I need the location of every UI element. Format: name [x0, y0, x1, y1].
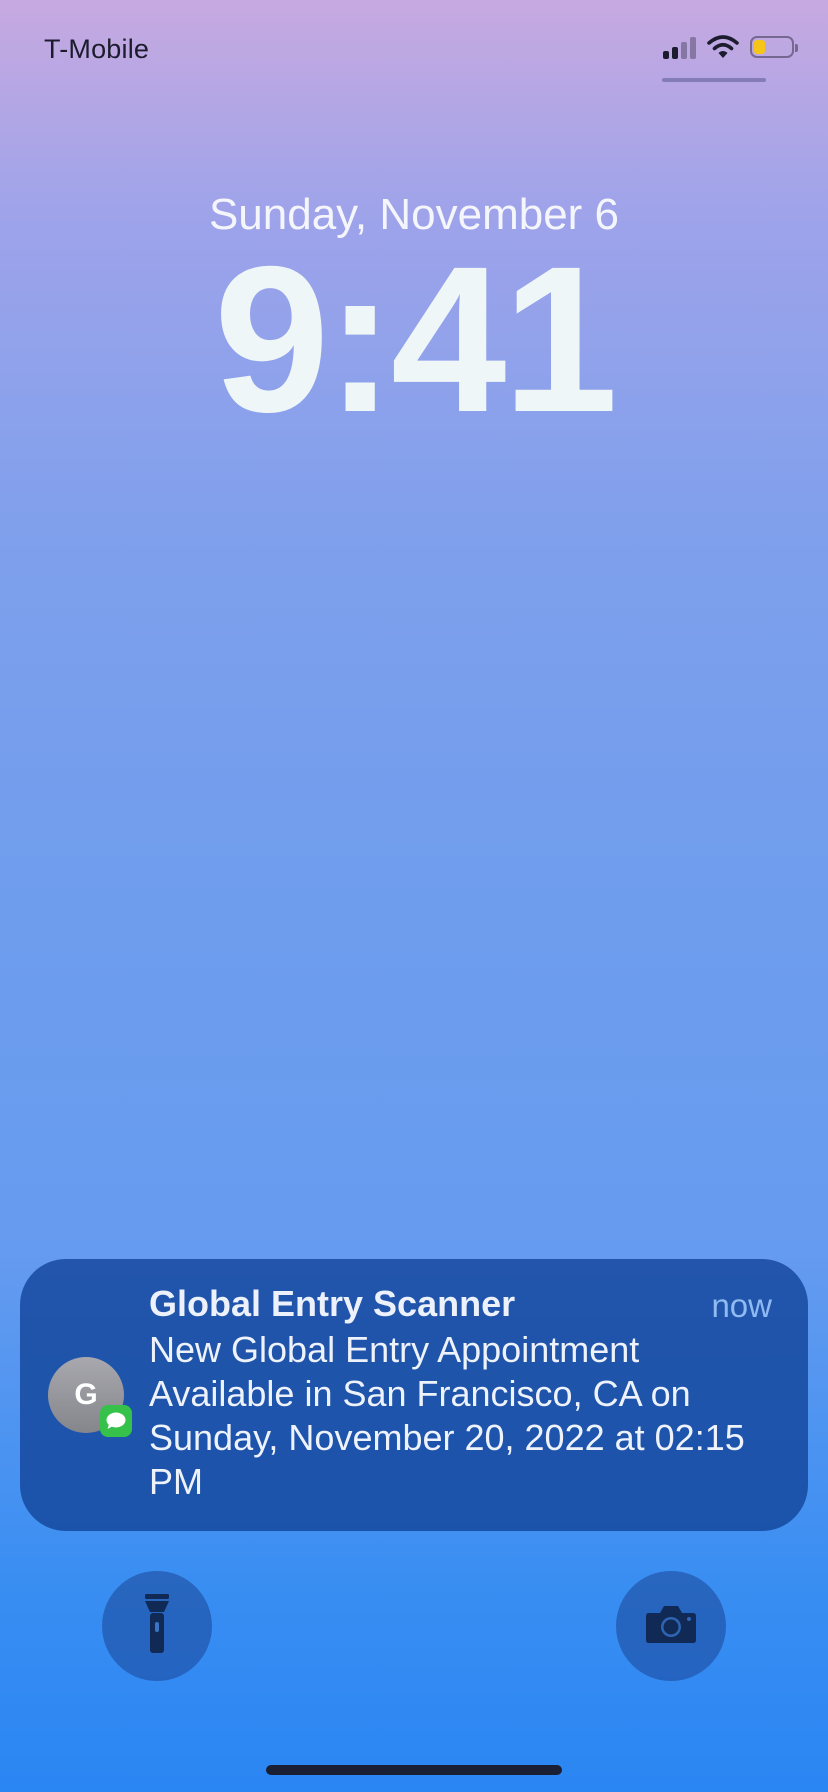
notification-time: now: [711, 1287, 772, 1324]
camera-button[interactable]: [616, 1571, 726, 1681]
notification-body: New Global Entry Appointment Available i…: [149, 1329, 745, 1502]
carrier-name: T-Mobile: [44, 34, 150, 64]
home-indicator[interactable]: [266, 1765, 562, 1775]
status-underline: [662, 78, 766, 82]
wifi-icon: [706, 34, 740, 60]
lock-screen-time: 9:41: [213, 224, 618, 456]
camera-icon: [645, 1604, 697, 1649]
flashlight-icon: [143, 1593, 171, 1659]
flashlight-button[interactable]: [102, 1571, 212, 1681]
status-icons: [663, 34, 798, 60]
notification-card[interactable]: G Global Entry Scanner now New Global En…: [20, 1259, 808, 1531]
battery-level-fill: [754, 40, 765, 54]
messages-icon: [100, 1405, 132, 1437]
notification-title: Global Entry Scanner: [149, 1283, 516, 1324]
avatar-initial: G: [74, 1378, 98, 1411]
status-bar: T-Mobile: [0, 0, 828, 100]
cellular-signal-icon: [663, 35, 696, 59]
battery-icon: [750, 36, 798, 58]
